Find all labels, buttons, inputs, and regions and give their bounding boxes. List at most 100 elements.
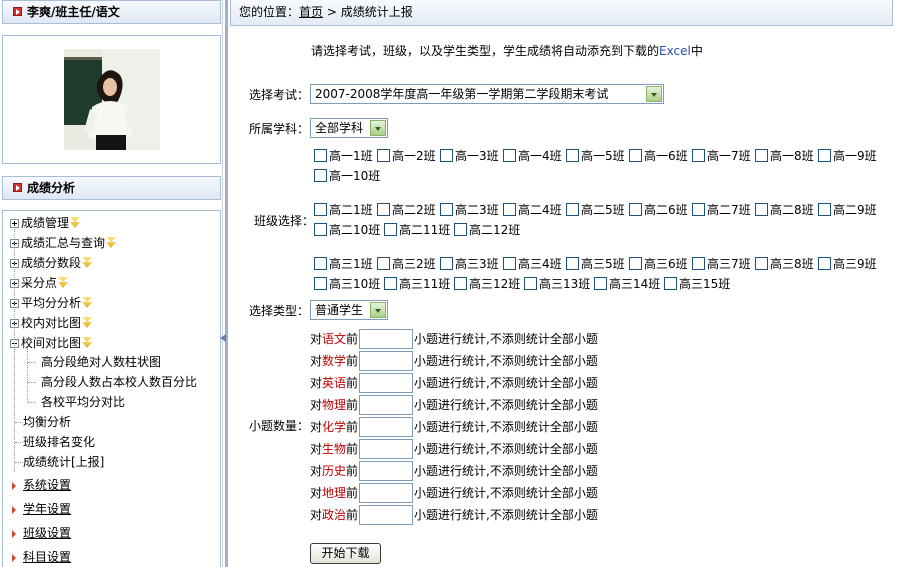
checkbox[interactable] [454, 223, 467, 236]
checkbox[interactable] [692, 149, 705, 162]
checkbox[interactable] [454, 277, 467, 290]
class-checkbox-item[interactable]: 高三15班 [664, 277, 730, 291]
checkbox[interactable] [377, 257, 390, 270]
class-checkbox-item[interactable]: 高一3班 [440, 149, 499, 163]
question-count-input[interactable] [359, 395, 414, 415]
checkbox[interactable] [503, 203, 516, 216]
class-checkbox-item[interactable]: 高一8班 [755, 149, 814, 163]
checkbox[interactable] [818, 203, 831, 216]
class-checkbox-item[interactable]: 高二8班 [755, 203, 814, 217]
class-checkbox-item[interactable]: 高三13班 [524, 277, 590, 291]
checkbox[interactable] [818, 149, 831, 162]
collapse-arrow-icon[interactable] [220, 334, 226, 342]
question-count-input[interactable] [359, 373, 414, 393]
checkbox[interactable] [566, 149, 579, 162]
checkbox[interactable] [314, 203, 327, 216]
class-checkbox-item[interactable]: 高二3班 [440, 203, 499, 217]
checkbox[interactable] [629, 149, 642, 162]
checkbox[interactable] [314, 277, 327, 290]
checkbox[interactable] [566, 203, 579, 216]
class-checkbox-item[interactable]: 高一9班 [818, 149, 877, 163]
class-checkbox-item[interactable]: 高一5班 [566, 149, 625, 163]
class-checkbox-item[interactable]: 高二7班 [692, 203, 751, 217]
class-checkbox-item[interactable]: 高三10班 [314, 277, 380, 291]
question-count-input[interactable] [359, 329, 414, 349]
question-count-input[interactable] [359, 461, 414, 481]
subject-select[interactable]: 全部学科 [310, 118, 388, 138]
checkbox[interactable] [692, 257, 705, 270]
checkbox[interactable] [664, 277, 677, 290]
arrow-icon [12, 530, 16, 538]
class-checkbox-item[interactable]: 高三7班 [692, 257, 751, 271]
question-count-input[interactable] [359, 483, 414, 503]
checkbox[interactable] [377, 149, 390, 162]
class-checkbox-item[interactable]: 高三14班 [594, 277, 660, 291]
class-checkbox-item[interactable]: 高三8班 [755, 257, 814, 271]
checkbox[interactable] [629, 257, 642, 270]
tree-item-label: 成绩汇总与查询 [21, 236, 106, 250]
student-type-select[interactable]: 普通学生 [310, 300, 388, 320]
breadcrumb-current: 成绩统计上报 [340, 5, 413, 19]
checkbox[interactable] [440, 203, 453, 216]
class-checkbox-item[interactable]: 高三1班 [314, 257, 373, 271]
class-checkbox-item[interactable]: 高三2班 [377, 257, 436, 271]
checkbox[interactable] [314, 257, 327, 270]
chevron-down-icon[interactable] [646, 86, 662, 102]
checkbox[interactable] [440, 257, 453, 270]
checkbox[interactable] [594, 277, 607, 290]
class-checkbox-item[interactable]: 高二10班 [314, 223, 380, 237]
class-checkbox-item[interactable]: 高三4班 [503, 257, 562, 271]
checkbox[interactable] [314, 149, 327, 162]
class-checkbox-item[interactable]: 高二4班 [503, 203, 562, 217]
class-checkbox-item[interactable]: 高二9班 [818, 203, 877, 217]
class-checkbox-item[interactable]: 高二2班 [377, 203, 436, 217]
checkbox[interactable] [755, 257, 768, 270]
class-checkbox-item[interactable]: 高二11班 [384, 223, 450, 237]
sidebar-splitter[interactable] [222, 0, 228, 567]
checkbox[interactable] [314, 223, 327, 236]
class-checkbox-item[interactable]: 高一7班 [692, 149, 751, 163]
class-checkbox-item[interactable]: 高三5班 [566, 257, 625, 271]
checkbox[interactable] [503, 149, 516, 162]
checkbox[interactable] [377, 203, 390, 216]
checkbox[interactable] [629, 203, 642, 216]
checkbox[interactable] [384, 223, 397, 236]
checkbox[interactable] [503, 257, 516, 270]
checkbox[interactable] [440, 149, 453, 162]
menu-subject-settings[interactable]: 科目设置 [23, 548, 71, 565]
exam-select[interactable]: 2007-2008学年度高一年级第一学期第二学段期末考试 [310, 84, 664, 104]
class-checkbox-item[interactable]: 高三6班 [629, 257, 688, 271]
class-checkbox-item[interactable]: 高一1班 [314, 149, 373, 163]
menu-school-year-settings[interactable]: 学年设置 [23, 500, 71, 517]
class-checkbox-item[interactable]: 高一6班 [629, 149, 688, 163]
chevron-down-icon[interactable] [370, 120, 386, 136]
class-checkbox-item[interactable]: 高一10班 [314, 169, 380, 183]
start-download-button[interactable]: 开始下载 [310, 543, 381, 564]
chevron-down-icon[interactable] [370, 302, 386, 318]
checkbox[interactable] [692, 203, 705, 216]
checkbox[interactable] [755, 203, 768, 216]
class-checkbox-item[interactable]: 高一4班 [503, 149, 562, 163]
class-checkbox-item[interactable]: 高二6班 [629, 203, 688, 217]
class-checkbox-item[interactable]: 高二1班 [314, 203, 373, 217]
class-checkbox-item[interactable]: 高二5班 [566, 203, 625, 217]
question-count-input[interactable] [359, 351, 414, 371]
menu-system-settings[interactable]: 系统设置 [23, 476, 71, 493]
checkbox[interactable] [755, 149, 768, 162]
question-count-input[interactable] [359, 505, 414, 525]
class-checkbox-item[interactable]: 高三11班 [384, 277, 450, 291]
class-checkbox-item[interactable]: 高一2班 [377, 149, 436, 163]
checkbox[interactable] [566, 257, 579, 270]
breadcrumb-home-link[interactable]: 首页 [299, 5, 323, 19]
checkbox[interactable] [818, 257, 831, 270]
checkbox[interactable] [524, 277, 537, 290]
class-checkbox-item[interactable]: 高三9班 [818, 257, 877, 271]
checkbox[interactable] [384, 277, 397, 290]
class-checkbox-item[interactable]: 高三12班 [454, 277, 520, 291]
class-checkbox-item[interactable]: 高三3班 [440, 257, 499, 271]
question-count-input[interactable] [359, 439, 414, 459]
checkbox[interactable] [314, 169, 327, 182]
class-checkbox-item[interactable]: 高二12班 [454, 223, 520, 237]
menu-class-settings[interactable]: 班级设置 [23, 524, 71, 541]
question-count-input[interactable] [359, 417, 414, 437]
